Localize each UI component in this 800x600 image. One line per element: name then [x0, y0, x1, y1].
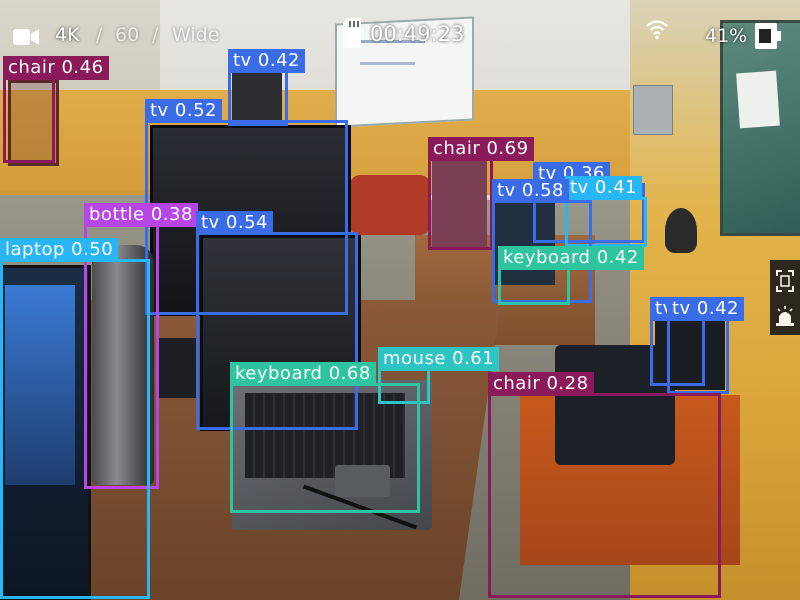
camera-viewfinder: chair 0.46 tv 0.42 tv 0.52 chair 0.69 tv…	[0, 0, 800, 600]
alarm-icon[interactable]	[775, 305, 795, 331]
detection-label: chair 0.46	[3, 56, 109, 80]
detection-label: chair 0.69	[428, 137, 534, 161]
detection-box: tv 0.42	[228, 49, 306, 126]
detection-label: tv 0.58	[492, 179, 570, 203]
detection-label: mouse 0.61	[378, 347, 500, 371]
lens-label: Wide	[172, 24, 220, 46]
wall-panel	[633, 85, 673, 135]
detection-label: tv 0.42	[667, 297, 745, 321]
detection-label: keyboard 0.42	[498, 246, 644, 270]
detection-label: chair 0.28	[488, 372, 594, 396]
side-control-strip	[770, 260, 800, 335]
wifi-icon	[645, 18, 669, 44]
detection-box: laptop 0.50	[0, 238, 150, 599]
hud-separator: /	[152, 24, 159, 46]
battery-percent: 41%	[705, 25, 748, 47]
recording-timer: 00:49:23	[370, 22, 465, 46]
hud-separator: /	[96, 24, 103, 46]
detection-box: keyboard 0.68	[230, 362, 420, 513]
detection-label: tv 0.52	[145, 99, 223, 123]
fps-label: 60	[115, 24, 140, 46]
detection-label: bottle 0.38	[84, 203, 198, 227]
detection-label: tv 0.54	[196, 211, 274, 235]
detection-label: keyboard 0.68	[230, 362, 376, 386]
detection-box: chair 0.28	[488, 372, 721, 598]
toy-car	[350, 175, 430, 235]
battery-icon	[754, 22, 782, 54]
person	[665, 208, 697, 253]
detection-box: chair 0.69	[428, 137, 534, 250]
detection-box: keyboard 0.42	[498, 246, 644, 305]
paper-notice	[736, 70, 780, 129]
video-camera-icon	[12, 26, 40, 52]
left-keyboard	[158, 338, 198, 398]
whiteboard-writing	[360, 62, 415, 65]
detection-box: chair 0.46	[3, 56, 109, 163]
resolution-label: 4K	[55, 24, 80, 46]
detection-label: laptop 0.50	[0, 238, 119, 262]
detection-label: tv 0.41	[565, 176, 643, 200]
detection-box: tv 0.42	[667, 297, 745, 394]
frame-icon[interactable]	[776, 270, 794, 296]
detection-label: tv 0.42	[228, 49, 306, 73]
sd-card-icon	[342, 17, 362, 53]
